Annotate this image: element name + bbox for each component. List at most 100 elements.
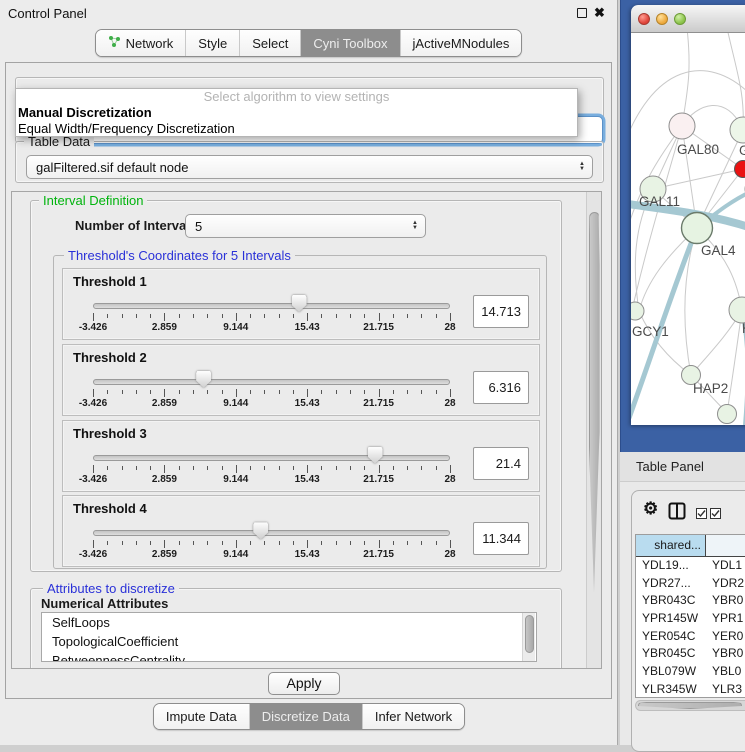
tab-style[interactable]: Style [185,30,239,56]
stepper-icon: ▲▼ [412,221,418,231]
cell-shared-name: YBR043C [636,592,706,610]
attribute-item-selfloops[interactable]: SelfLoops [42,613,536,632]
minor-tick [436,314,437,318]
algorithm-prompt-item[interactable]: Select algorithm to view settings [16,89,577,105]
tab-label: Impute Data [166,709,237,724]
table-row[interactable]: YBR043CYBR0 [636,592,745,610]
algorithm-option-equal-width[interactable]: Equal Width/Frequency Discretization [16,121,577,137]
tick-label: 28 [444,474,455,485]
tab-discretize-data[interactable]: Discretize Data [249,704,362,729]
table-row[interactable]: YBR045CYBR0 [636,645,745,663]
minor-tick [321,541,322,545]
slider-thumb-shape [368,447,383,464]
slider-track[interactable] [93,530,450,536]
minor-tick [207,541,208,545]
number-of-intervals-label: Number of Intervals [75,218,197,233]
network-icon [108,35,121,51]
slider-tick-labels: -3.4262.8599.14415.4321.71528 [93,474,450,486]
slider-thumb[interactable] [196,371,211,388]
tab-infer-network[interactable]: Infer Network [362,704,464,729]
minor-tick [407,466,408,470]
threshold-value-field[interactable]: 21.4 [473,447,529,480]
minimize-traffic-light-icon[interactable] [656,13,668,25]
control-panel-titlebar: Control Panel ✖ [0,0,617,26]
threshold-value-field[interactable]: 6.316 [473,371,529,404]
node-h[interactable] [729,297,745,323]
tab-network[interactable]: Network [96,30,186,56]
slider-thumb[interactable] [292,295,307,312]
split-columns-icon[interactable] [668,502,686,523]
node-gal4[interactable] [682,213,713,244]
minor-tick [107,390,108,394]
table-row[interactable]: YPR145WYPR1 [636,610,745,628]
numerical-attributes-list[interactable]: SelfLoopsTopologicalCoefficientBetweenne… [41,612,537,662]
slider-track[interactable] [93,455,450,461]
algorithm-option-manual[interactable]: Manual Discretization [16,105,577,121]
slider-track[interactable] [93,303,450,309]
top-tab-strip: NetworkStyleSelectCyni ToolboxjActiveMNo… [95,29,523,57]
tick-label: 21.715 [363,474,394,485]
thresholds-group: Threshold's Coordinates for 5 Intervals … [53,255,547,569]
minor-tick [207,390,208,394]
tick-label: -3.426 [79,322,107,333]
table-hscroll-thumb[interactable] [638,702,742,709]
table-panel-body: ⚙ shared... n YDL19...YDL1YDR27...YDR2YB… [631,490,745,752]
tab-jactivemnodules[interactable]: jActiveMNodules [400,30,522,56]
float-window-icon[interactable] [577,8,587,18]
viewport-scrollbar[interactable] [586,192,601,668]
attributes-list-scrollbar[interactable] [522,613,535,661]
cell-shared-name: YLR345W [636,681,706,698]
zoom-traffic-light-icon[interactable] [674,13,686,25]
gear-icon[interactable]: ⚙ [643,499,658,519]
viewport-scrollbar-thumb[interactable] [589,212,600,592]
major-tick [450,389,451,397]
threshold-value-field[interactable]: 11.344 [473,522,529,555]
minor-tick [264,541,265,545]
slider-thumb[interactable] [368,447,383,464]
close-traffic-light-icon[interactable] [638,13,650,25]
column-header-name[interactable]: n [706,535,745,556]
tick-label: 28 [444,549,455,560]
close-icon[interactable]: ✖ [594,5,605,21]
threshold-panel-2: Threshold 2-3.4262.8599.14415.4321.71528… [62,344,540,416]
table-row[interactable]: YDL19...YDL1 [636,557,745,575]
table-row[interactable]: YLR345WYLR3 [636,681,745,698]
tab-cyni-toolbox[interactable]: Cyni Toolbox [300,30,399,56]
attribute-item-betweennesscentrality[interactable]: BetweennessCentrality [42,651,536,662]
table-horizontal-scrollbar[interactable] [635,700,745,711]
node-red-selected[interactable] [735,161,745,178]
table-row[interactable]: YDR27...YDR2 [636,575,745,593]
major-tick [164,313,165,321]
tick-label: 15.43 [295,549,320,560]
threshold-value-field[interactable]: 14.713 [473,295,529,328]
apply-button[interactable]: Apply [268,672,340,695]
table-row[interactable]: YBL079WYBL0 [636,663,745,681]
slider-ticks [93,389,450,398]
checkbox-checked-icon-2[interactable] [710,507,721,522]
minor-tick [222,390,223,394]
threshold-label: Threshold 1 [73,274,147,289]
slider-ticks [93,465,450,474]
tick-label: 15.43 [295,322,320,333]
tab-select[interactable]: Select [239,30,300,56]
node-cut-bottom[interactable] [718,405,737,424]
table-row[interactable]: YER054CYER0 [636,628,745,646]
slider-thumb[interactable] [253,522,268,539]
network-canvas[interactable]: GAL80 GA GAL11 GAL4 GCY1 H HAP2 [631,33,745,425]
tick-label: 9.144 [223,398,248,409]
checkbox-checked-icon[interactable] [696,507,707,522]
number-of-intervals-combobox[interactable]: 5 ▲▼ [185,214,426,238]
slider-track[interactable] [93,379,450,385]
minor-tick [150,466,151,470]
minor-tick [207,466,208,470]
node-gcy1[interactable] [631,302,644,320]
column-header-shared-name[interactable]: shared... [636,535,706,556]
attribute-item-topologicalcoefficient[interactable]: TopologicalCoefficient [42,632,536,651]
node-cut-top-right[interactable] [730,117,745,143]
minor-tick [279,390,280,394]
minor-tick [321,314,322,318]
minor-tick [393,314,394,318]
table-data-combobox[interactable]: galFiltered.sif default node ▲▼ [26,155,593,179]
node-gal80[interactable] [669,113,695,139]
tab-impute-data[interactable]: Impute Data [154,704,249,729]
